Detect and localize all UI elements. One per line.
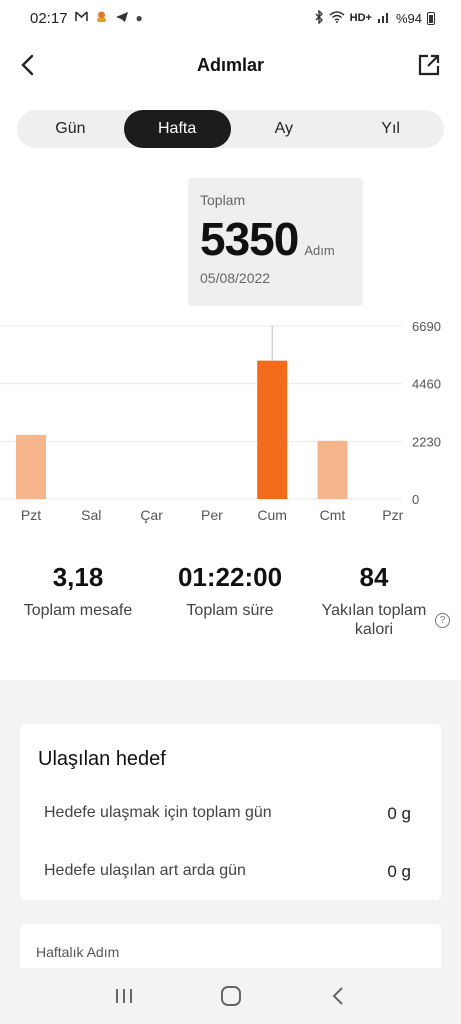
help-icon[interactable]: ? [435,613,450,628]
tab-yil[interactable]: Yıl [337,110,444,148]
app-bar: Adımlar [0,42,461,88]
signal-icon [377,11,391,26]
tooltip-value-row: 5350 Adım [200,214,351,264]
x-tick-label: Per [201,507,223,523]
status-left: 02:17 ● [30,10,143,27]
tooltip-label: Toplam [200,192,246,208]
tab-gun[interactable]: Gün [17,110,124,148]
bluetooth-icon [314,8,324,27]
tooltip-value: 5350 [200,213,299,265]
goal-title: Ulaşılan hedef [38,748,166,770]
recents-button[interactable] [104,976,144,1016]
telegram-icon [115,11,129,26]
tooltip-date: 05/08/2022 [200,270,271,286]
x-tick-label: Sal [81,507,101,523]
back-nav-button[interactable] [318,976,358,1016]
recents-icon [115,989,132,1003]
goal-row-total-label: Hedefe ulaşmak için toplam gün [44,804,272,821]
goal-card: Ulaşılan hedef Hedefe ulaşmak için topla… [20,724,441,900]
goal-row-streak-label: Hedefe ulaşılan art arda gün [44,862,246,879]
x-tick-label: Cum [257,507,287,523]
y-tick-label: 4460 [412,377,441,392]
app-icon [95,10,108,26]
chart-bar-pzt[interactable] [16,434,46,499]
stat-duration: 01:22:00 Toplam süre [160,562,300,620]
home-button[interactable] [211,976,251,1016]
summary-stats: 3,18 Toplam mesafe 01:22:00 Toplam süre … [0,562,461,652]
x-tick-label: Cmt [320,507,346,523]
x-tick-label: Çar [140,507,163,523]
status-time: 02:17 [30,9,68,27]
x-tick-label: Pzr [382,507,403,523]
network-type: HD+ [349,12,372,24]
steps-bar-chart[interactable]: 0 2230 4460 6690 Pzt Sal Çar Per Cum Cmt Pzr [0,310,461,530]
weekly-steps-title: Haftalık Adım [36,944,120,960]
y-tick-label: 6690 [412,319,441,334]
x-tick-label: Pzt [21,507,41,523]
stat-calories-value: 84 [359,562,389,592]
y-tick-label: 2230 [412,434,441,449]
chart-bar-cum[interactable] [257,360,288,499]
stat-distance-value: 3,18 [52,562,104,592]
stat-duration-value: 01:22:00 [177,562,283,592]
home-icon [220,986,241,1006]
dot-icon: ● [135,11,143,25]
period-tabs: Gün Hafta Ay Yıl [17,110,444,148]
mail-icon [74,11,88,25]
goal-row-total-value: 0 g [387,804,411,823]
y-tick-label: 0 [412,492,419,507]
page-title: Adımlar [196,54,265,75]
stat-duration-label: Toplam süre [186,602,274,619]
tab-hafta[interactable]: Hafta [123,110,231,148]
stat-calories: 84 Yakılan toplam kalori [314,562,434,639]
battery-icon [427,11,435,25]
tooltip-unit: Adım [304,243,335,258]
goal-row-streak-value: 0 g [387,862,411,881]
status-bar: 02:17 ● HD+ %94 [0,0,461,36]
back-nav-icon [332,987,343,1005]
back-button[interactable] [14,51,40,79]
goal-row-total: Hedefe ulaşmak için toplam gün 0 g [44,804,411,824]
tab-ay[interactable]: Ay [231,110,338,148]
selected-day-tooltip: Toplam 5350 Adım 05/08/2022 [188,178,363,306]
system-nav-bar [0,968,461,1024]
goal-row-streak: Hedefe ulaşılan art arda gün 0 g [44,862,411,882]
stat-distance: 3,18 Toplam mesafe [8,562,148,620]
wifi-icon [329,10,345,26]
battery-text: %94 [395,10,422,26]
share-icon [418,54,440,76]
status-right: HD+ %94 [314,8,435,27]
chart-bar-cmt[interactable] [317,440,348,499]
back-arrow-icon [21,54,34,76]
stat-distance-label: Toplam mesafe [23,602,133,619]
stat-calories-label: Yakılan toplam kalori [321,602,427,638]
share-button[interactable] [415,51,443,79]
